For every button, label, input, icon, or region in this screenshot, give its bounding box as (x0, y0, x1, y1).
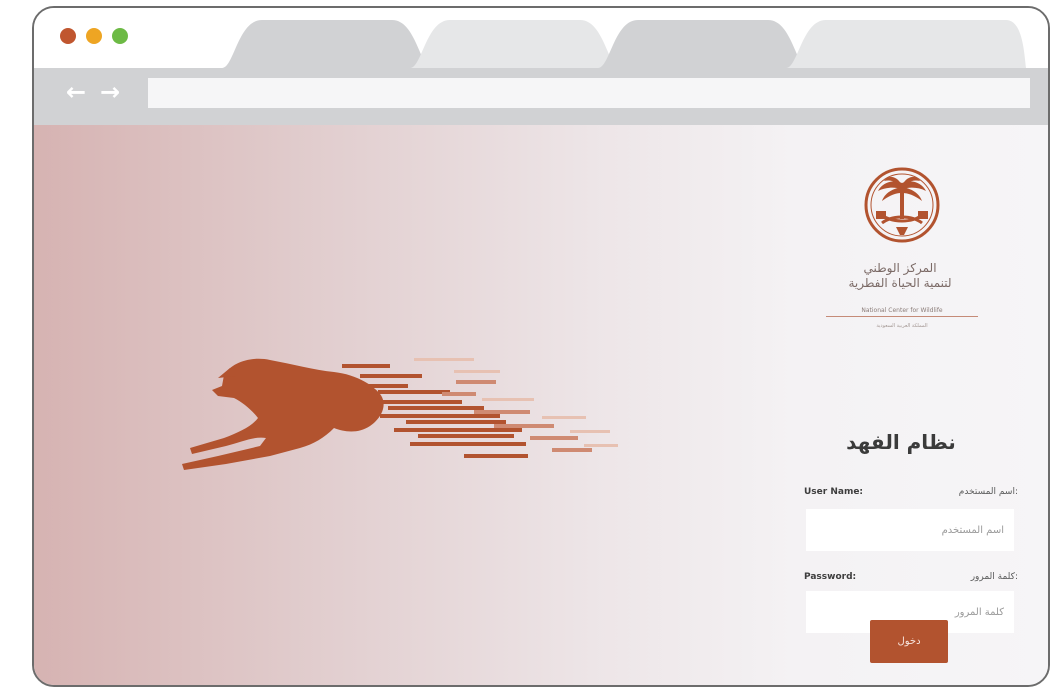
address-bar-input[interactable] (148, 78, 1030, 108)
organization-name-english: National Center for Wildlife (826, 307, 978, 317)
browser-titlebar (34, 8, 1048, 68)
running-cheetah-icon (182, 358, 618, 470)
organization-name-arabic-line1: المركز الوطني (863, 261, 937, 275)
palm-swords-emblem-icon (864, 167, 940, 243)
username-label-english: User Name: (804, 487, 864, 497)
minimize-window-button[interactable] (86, 28, 102, 44)
arrow-left-icon[interactable]: ← (66, 78, 86, 106)
system-title: نظام الفهد (846, 430, 956, 454)
password-label-english: Password: (804, 572, 857, 582)
browser-tab-2[interactable] (410, 20, 620, 68)
browser-window: ← → المركز الوطني لتنمية الحياة الفطرية … (32, 6, 1050, 687)
username-label-row: User Name: اسم المستخدم: (804, 487, 1018, 503)
browser-tab-4[interactable] (786, 20, 1026, 68)
close-window-button[interactable] (60, 28, 76, 44)
username-input[interactable] (806, 509, 1014, 551)
login-button[interactable]: دخول (870, 620, 948, 663)
password-label-arabic: كلمة المرور: (970, 572, 1018, 582)
login-panel: المركز الوطني لتنمية الحياة الفطرية Nati… (786, 165, 1022, 675)
maximize-window-button[interactable] (112, 28, 128, 44)
browser-tab-1[interactable] (222, 20, 432, 68)
organization-name-arabic: المركز الوطني لتنمية الحياة الفطرية (806, 261, 994, 291)
password-label-row: Password: كلمة المرور: (804, 572, 1018, 588)
organization-tagline: المملكة العربية السعودية (876, 323, 928, 329)
organization-name-arabic-line2: لتنمية الحياة الفطرية (848, 276, 952, 290)
login-page: المركز الوطني لتنمية الحياة الفطرية Nati… (34, 125, 1048, 685)
username-label-arabic: اسم المستخدم: (958, 487, 1018, 497)
arrow-right-icon[interactable]: → (100, 78, 120, 106)
browser-tab-3[interactable] (598, 20, 808, 68)
browser-toolbar: ← → (34, 68, 1048, 125)
